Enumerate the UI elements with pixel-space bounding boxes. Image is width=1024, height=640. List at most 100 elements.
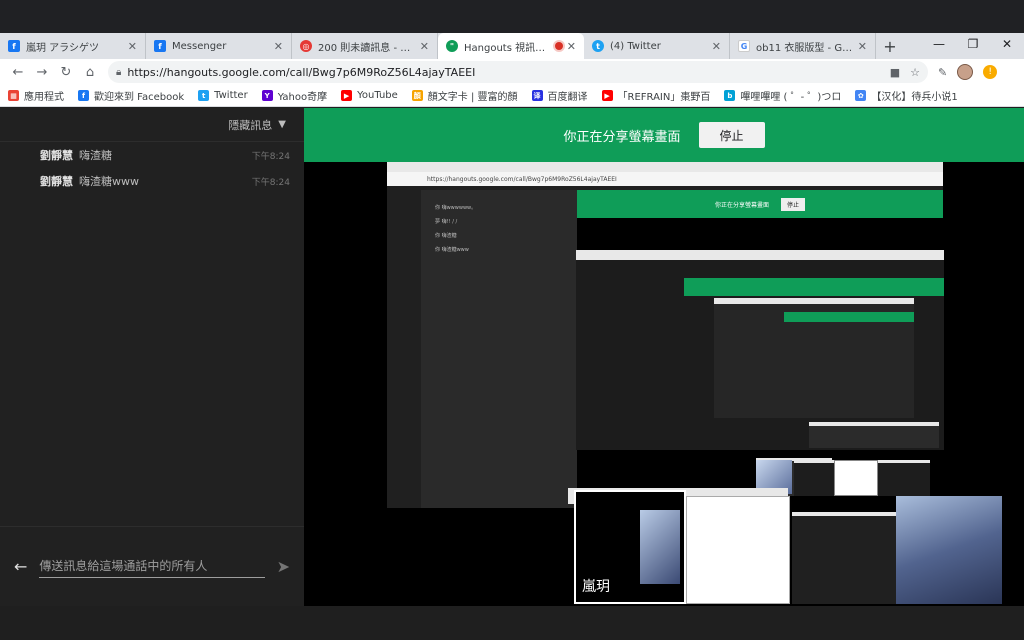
close-tab-icon[interactable]: ✕ (274, 40, 283, 53)
close-window-icon[interactable]: ✕ (990, 33, 1024, 55)
tab-strip: f 嵐玥 アラシゲツ ✕ f Messenger ✕ ◎ 200 則未讀訊息 -… (0, 33, 1024, 59)
bookmark-baidu[interactable]: 译百度翻译 (531, 88, 588, 103)
browser-toolbar: ← → ↻ ⌂ 🔒︎ https://hangouts.google.com/c… (0, 59, 1024, 85)
camera-icon[interactable]: ■ (890, 66, 900, 79)
bookmark-yahoo[interactable]: Y Yahoo奇摩 (261, 88, 327, 103)
nested-address: https://hangouts.google.com/call/Bwg7p6M… (387, 172, 943, 186)
new-tab-button[interactable]: + (876, 33, 904, 59)
brush-icon[interactable]: ✎ (938, 66, 947, 79)
star-icon[interactable]: ☆ (910, 66, 920, 79)
facebook-icon: f (78, 90, 89, 101)
recording-icon (554, 42, 563, 50)
nested-chat-line: 你 嗨wwwwww。 (435, 204, 477, 211)
tab-title: 200 則未讀訊息 - 生活 (318, 42, 416, 54)
hide-messages-label: 隱藏訊息 (228, 118, 273, 132)
nested-banner-text: 你正在分享螢幕畫面 (714, 201, 769, 209)
tab-title: ob11 衣服版型 - Goog (756, 42, 854, 54)
nested-chat: 你 嗨wwwwww。 夢 嗨!! / / 你 嗨渣糖 你 嗨渣糖www (421, 190, 577, 508)
google-icon: G (738, 40, 750, 52)
nested-chat-line: 你 嗨渣糖www (435, 246, 469, 253)
nested-titlebar (387, 162, 943, 172)
chat-composer: ← ➤ (0, 526, 304, 606)
screen-share-banner: 你正在分享螢幕畫面 停止 (304, 108, 1024, 162)
nested-banner-3 (784, 312, 914, 322)
reload-icon[interactable]: ↻ (54, 65, 78, 80)
nested-thumb-1 (809, 422, 939, 448)
message-text: 嗨渣糖 (79, 149, 112, 162)
nested-screen-small (792, 512, 896, 604)
close-tab-icon[interactable]: ✕ (567, 40, 576, 53)
nested-stop: 停止 (781, 197, 806, 211)
url-text: https://hangouts.google.com/call/Bwg7p6M… (127, 65, 476, 79)
twitter-icon: t (592, 40, 604, 52)
bookmark-label: 【汉化】待兵小说1 (871, 92, 958, 103)
bookmark-label: 顏文字卡 | 豐富的顏 (427, 92, 518, 103)
bilibili-icon: b (724, 90, 736, 101)
hangouts-icon: " (446, 40, 458, 52)
bookmark-facebook[interactable]: f 歡迎來到 Facebook (78, 88, 184, 103)
bookmark-apps[interactable]: ▦ 應用程式 (8, 88, 64, 103)
bookmark-refrain[interactable]: ▶ 「REFRAIN」棗野百 (601, 88, 711, 103)
tab-title: (4) Twitter (610, 40, 661, 52)
bookmarks-bar: ▦ 應用程式 f 歡迎來到 Facebook t Twitter Y Yahoo奇摩 ▶… (0, 85, 1024, 107)
participant-tile[interactable]: 嵐玥 (574, 490, 686, 604)
restore-icon[interactable]: ❐ (956, 33, 990, 55)
anime-sketch-large (686, 496, 790, 604)
close-tab-icon[interactable]: ✕ (712, 40, 721, 53)
nested-banner-2 (684, 278, 944, 296)
anime-sketch-thumb (834, 460, 878, 496)
tab-2[interactable]: ◎ 200 則未讀訊息 - 生活 ✕ (292, 33, 438, 59)
participant-name: 嵐玥 (582, 579, 610, 595)
minimize-icon[interactable]: — (922, 33, 956, 55)
message-time: 下午8:24 (251, 151, 290, 162)
bookmark-novel[interactable]: ✿ 【汉化】待兵小说1 (855, 88, 958, 103)
yahoo-icon: Y (261, 90, 273, 101)
nested-chat-line: 夢 嗨!! / / (435, 218, 458, 225)
youtube-icon: ▶ (601, 90, 613, 101)
message-time: 下午8:24 (251, 177, 290, 188)
message-text: 嗨渣糖www (79, 175, 139, 188)
close-tab-icon[interactable]: ✕ (128, 40, 137, 53)
tab-title: Hangouts 視訊通話 (464, 42, 551, 54)
forward-arrow-icon[interactable]: → (30, 65, 54, 80)
bookmark-label: 嗶哩嗶哩 ( ゜- ゜)つロ (740, 92, 842, 103)
bookmark-kaomoji[interactable]: 顏顏文字卡 | 豐富的顏 (411, 88, 518, 103)
chat-message: 劉靜慧 嗨渣糖 下午8:24 (0, 142, 304, 168)
profile-avatar[interactable] (957, 64, 974, 80)
screen-share-text: 你正在分享螢幕畫面 (563, 129, 681, 145)
chat-message-input[interactable] (39, 555, 265, 578)
chat-message: 劉靜慧 嗨渣糖www 下午8:24 (0, 168, 304, 194)
tab-4[interactable]: t (4) Twitter ✕ (584, 33, 730, 59)
baidu-icon: 译 (531, 90, 543, 101)
tab-title: Messenger (172, 40, 227, 52)
update-icon[interactable]: ! (983, 65, 998, 79)
youtube-icon: ▶ (341, 90, 353, 101)
tab-5[interactable]: G ob11 衣服版型 - Goog ✕ (730, 33, 876, 59)
back-arrow-icon[interactable]: ← (6, 65, 30, 80)
anime-character-thumb (896, 496, 1002, 604)
window-titlebar (0, 0, 1024, 33)
home-icon[interactable]: ⌂ (78, 65, 102, 80)
send-icon[interactable]: ➤ (277, 557, 290, 576)
close-tab-icon[interactable]: ✕ (858, 40, 867, 53)
chat-panel: 隱藏訊息 ▼ 劉靜慧 嗨渣糖 下午8:24 劉靜慧 嗨渣糖www 下午8:24 … (0, 108, 304, 606)
nested-screen-3 (714, 298, 914, 418)
back-arrow-icon[interactable]: ← (14, 557, 27, 576)
address-bar[interactable]: 🔒︎ https://hangouts.google.com/call/Bwg7… (108, 61, 928, 83)
tab-0[interactable]: f 嵐玥 アラシゲツ ✕ (0, 33, 146, 59)
bookmark-bilibili[interactable]: b 嗶哩嗶哩 ( ゜- ゜)つロ (724, 88, 841, 103)
hide-messages-toggle[interactable]: 隱藏訊息 ▼ (0, 108, 304, 142)
plurk-icon: ◎ (300, 40, 312, 52)
tab-title: 嵐玥 アラシゲツ (26, 42, 99, 54)
facebook-icon: f (154, 40, 166, 52)
bookmark-youtube[interactable]: ▶ YouTube (341, 90, 398, 101)
bookmark-twitter[interactable]: t Twitter (198, 90, 248, 101)
tab-1[interactable]: f Messenger ✕ (146, 33, 292, 59)
tab-3-active[interactable]: " Hangouts 視訊通話 ✕ (438, 33, 584, 59)
stop-sharing-button[interactable]: 停止 (698, 122, 765, 148)
close-tab-icon[interactable]: ✕ (420, 40, 429, 53)
nested-banner: 你正在分享螢幕畫面 停止 (577, 190, 943, 218)
bookmark-label: 百度翻译 (547, 92, 588, 103)
call-controls-bar (0, 606, 1024, 640)
bookmark-label: 「REFRAIN」棗野百 (617, 92, 711, 103)
